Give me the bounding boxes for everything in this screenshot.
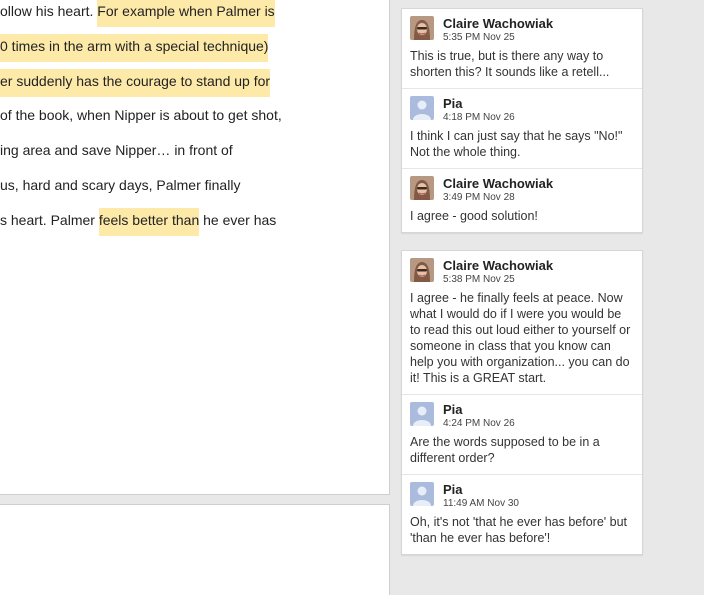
comment-text: This is true, but is there any way to sh… [410,49,610,79]
document-page[interactable]: ollow his heart. For example when Palmer… [0,0,390,495]
comment-highlight[interactable]: 0 times in the arm with a special techni… [0,34,269,62]
comment-text: I think I can just say that he says "No!… [410,129,623,159]
comment-highlight[interactable]: For example when Palmer is [97,0,275,27]
comment-thread[interactable]: Claire Wachowiak 5:38 PM Nov 25 I agree … [401,250,643,555]
document-line: ing area and save Nipper… in front of [0,142,233,158]
comment-highlight[interactable]: er suddenly has the courage to stand up … [0,69,271,97]
comment-text: Oh, it's not 'that he ever has before' b… [410,515,628,545]
comment-author: Claire Wachowiak [443,258,554,273]
user-avatar-photo [410,176,434,200]
comment-timestamp: 5:38 PM Nov 25 [443,274,515,285]
comment-timestamp: 11:49 AM Nov 30 [443,498,519,509]
comment-author: Claire Wachowiak [443,16,554,31]
comment-timestamp: 3:49 PM Nov 28 [443,192,515,203]
document-line: s heart. Palmer feels better than he eve… [0,208,276,236]
comment[interactable]: Claire Wachowiak 5:38 PM Nov 25 I agree … [402,251,642,395]
comment-author: Claire Wachowiak [443,176,554,191]
user-avatar-photo [410,258,434,282]
comment-timestamp: 4:18 PM Nov 26 [443,112,515,123]
comment-text: I agree - he finally feels at peace. Now… [410,291,631,385]
comment[interactable]: Pia 11:49 AM Nov 30 Oh, it's not 'that h… [402,475,642,554]
comment-text: I agree - good solution! [410,209,538,223]
comment[interactable]: Claire Wachowiak 3:49 PM Nov 28 I agree … [402,169,642,232]
comment[interactable]: Pia 4:18 PM Nov 26 I think I can just sa… [402,89,642,169]
comment[interactable]: Pia 4:24 PM Nov 26 Are the words suppose… [402,395,642,475]
comment-author: Pia [443,482,463,497]
document-line: of the book, when Nipper is about to get… [0,107,282,123]
comment-highlight[interactable]: feels better than [98,208,200,236]
default-avatar-icon [410,96,434,120]
comment[interactable]: Claire Wachowiak 5:35 PM Nov 25 This is … [402,9,642,89]
comment-timestamp: 5:35 PM Nov 25 [443,32,515,43]
default-avatar-icon [410,482,434,506]
document-line: us, hard and scary days, Palmer finally [0,177,241,193]
default-avatar-icon [410,402,434,426]
document-line: 0 times in the arm with a special techni… [0,34,269,62]
user-avatar-photo [410,16,434,40]
comment-text: Are the words supposed to be in a differ… [410,435,600,465]
comment-author: Pia [443,402,463,417]
document-line: ollow his heart. For example when Palmer… [0,0,275,27]
comment-timestamp: 4:24 PM Nov 26 [443,418,515,429]
document-next-page[interactable] [0,504,390,595]
comment-thread[interactable]: Claire Wachowiak 5:35 PM Nov 25 This is … [401,8,643,233]
comment-author: Pia [443,96,463,111]
document-line: er suddenly has the courage to stand up … [0,69,271,97]
